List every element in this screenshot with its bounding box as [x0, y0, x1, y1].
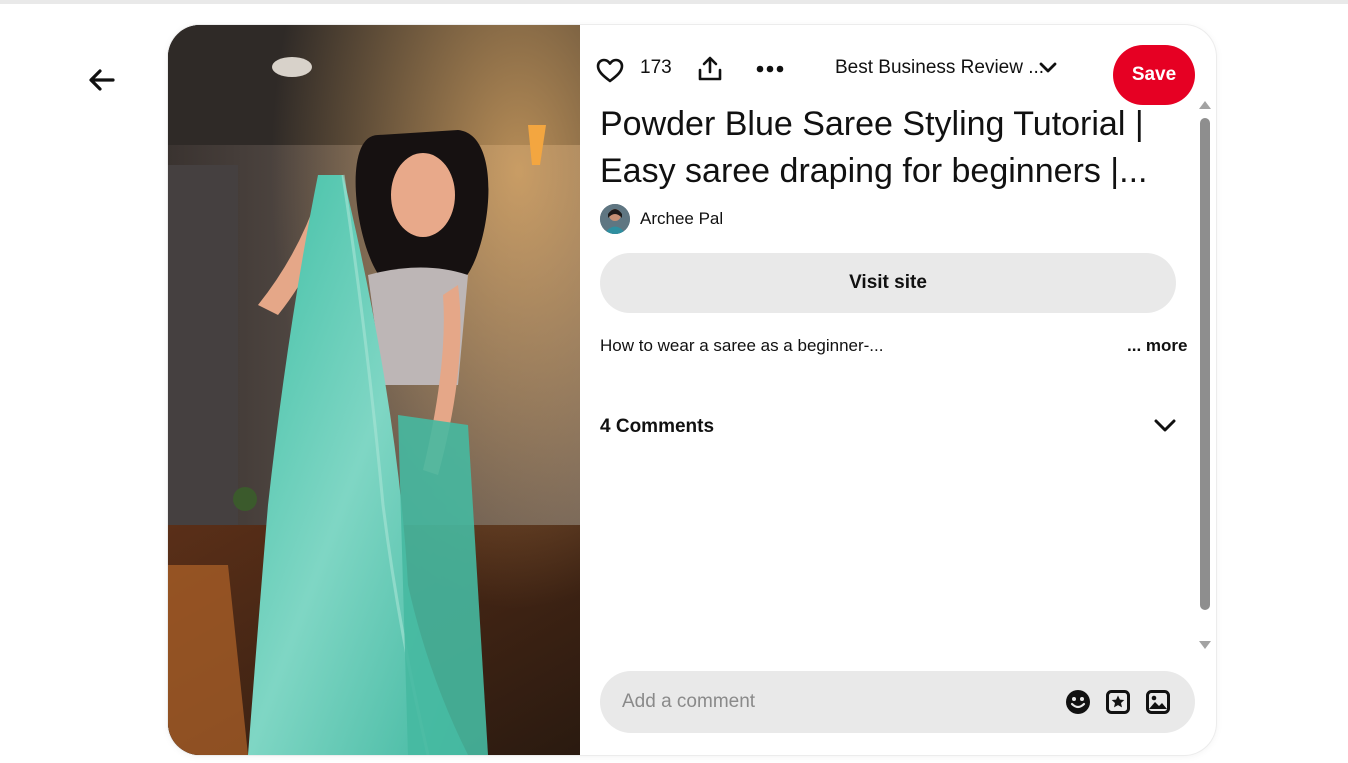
pin-card: 173 Best Business Review ... Save Powder…: [168, 25, 1216, 755]
emoji-button[interactable]: [1063, 687, 1093, 717]
comment-input[interactable]: [622, 671, 1052, 733]
pin-detail-panel: 173 Best Business Review ... Save Powder…: [580, 25, 1216, 755]
chevron-down-icon: [1154, 419, 1176, 432]
back-button[interactable]: [82, 60, 122, 100]
board-dropdown-button[interactable]: [1035, 55, 1061, 81]
scrollbar-thumb[interactable]: [1200, 118, 1210, 610]
action-bar: 173 Best Business Review ... Save: [580, 35, 1216, 105]
avatar: [600, 204, 630, 234]
pin-image[interactable]: [168, 25, 580, 755]
emoji-icon: [1066, 690, 1090, 714]
ellipsis-icon: [756, 65, 784, 73]
save-button[interactable]: Save: [1113, 45, 1195, 105]
share-button[interactable]: [694, 53, 726, 85]
reaction-count: 173: [640, 57, 672, 78]
author-name: Archee Pal: [640, 209, 724, 228]
scroll-up-arrow[interactable]: [1198, 99, 1212, 111]
image-icon: [1146, 690, 1170, 714]
scroll-down-arrow[interactable]: [1198, 639, 1212, 651]
board-selector[interactable]: Best Business Review ...: [835, 57, 1044, 79]
comment-composer: [600, 671, 1195, 733]
top-divider: [0, 0, 1348, 4]
pin-title: Powder Blue Saree Styling Tutorial | Eas…: [600, 105, 1148, 190]
pin-photo: [168, 25, 580, 755]
more-link[interactable]: ... more: [1127, 336, 1187, 356]
comments-heading: 4 Comments: [600, 416, 715, 437]
sticker-icon: [1106, 690, 1130, 714]
more-options-button[interactable]: [752, 53, 788, 85]
like-button[interactable]: [594, 55, 626, 87]
heart-icon: [596, 58, 624, 83]
image-upload-button[interactable]: [1143, 687, 1173, 717]
sticker-button[interactable]: [1103, 687, 1133, 717]
visit-site-button[interactable]: Visit site: [600, 253, 1176, 313]
author-link[interactable]: Archee Pal: [600, 203, 723, 235]
pin-description: How to wear a saree as a beginner-...: [600, 336, 884, 355]
share-icon: [698, 56, 722, 81]
arrow-left-icon: [89, 69, 115, 91]
comments-toggle-button[interactable]: [1152, 413, 1178, 439]
chevron-down-icon: [1039, 62, 1057, 73]
